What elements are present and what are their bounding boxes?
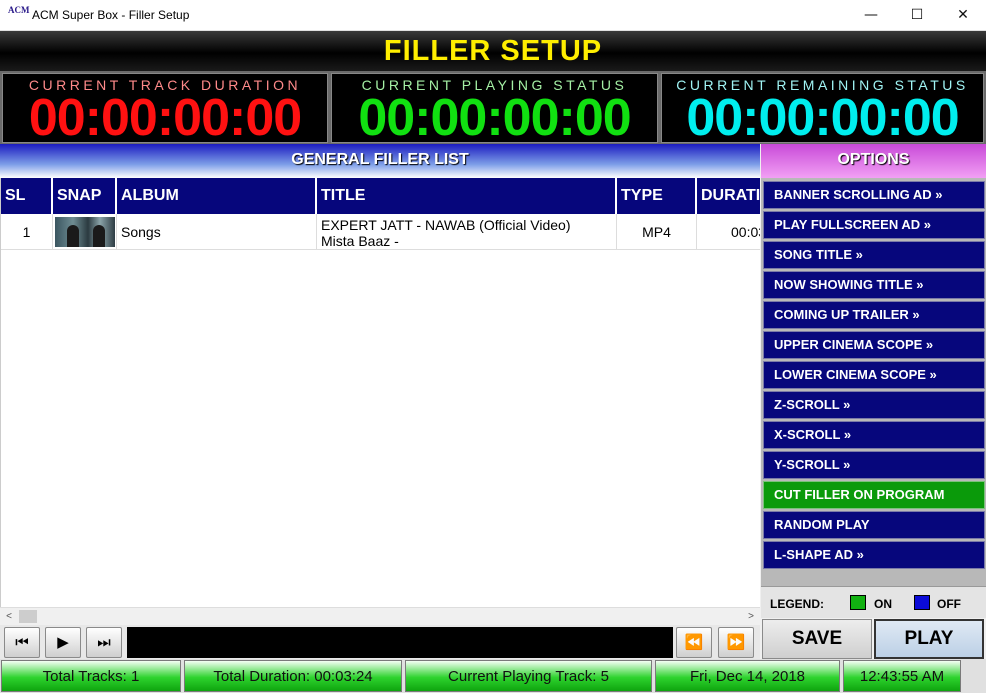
legend-on-swatch (850, 595, 866, 610)
title-line-1: EXPERT JATT - NAWAB (Official Video) (321, 217, 571, 233)
total-duration: Total Duration: 00:03:24 (184, 660, 402, 692)
playback-progress-bar[interactable] (127, 627, 673, 658)
window-titlebar: ACM ACM Super Box - Filler Setup — ☐ ✕ (0, 0, 986, 31)
legend-off-swatch (914, 595, 930, 610)
status-panels: CURRENT TRACK DURATION 00:00:00:00 CURRE… (0, 71, 986, 147)
remaining-status-panel: CURRENT REMAINING STATUS 00:00:00:00 (661, 73, 984, 147)
current-time: 12:43:55 AM (843, 660, 961, 692)
column-header-duration[interactable]: DURATION (697, 178, 760, 214)
legend-off-label: OFF (937, 597, 961, 611)
play-track-button[interactable]: ▶ (45, 627, 81, 658)
horizontal-scrollbar[interactable]: < > (0, 607, 760, 624)
option-cut-filler-on-program[interactable]: CUT FILLER ON PROGRAM (763, 481, 985, 509)
previous-track-button[interactable]: ⏮ (4, 627, 40, 658)
total-tracks: Total Tracks: 1 (1, 660, 181, 692)
option-song-title[interactable]: SONG TITLE » (763, 241, 985, 269)
status-bar: Total Tracks: 1 Total Duration: 00:03:24… (0, 659, 986, 693)
column-header-type[interactable]: TYPE (617, 178, 697, 214)
window-title: ACM Super Box - Filler Setup (32, 8, 190, 22)
option-random-play[interactable]: RANDOM PLAY (763, 511, 985, 539)
app-logo-icon: ACM (8, 5, 30, 15)
remaining-status-time: 00:00:00:00 (686, 89, 959, 147)
current-date: Fri, Dec 14, 2018 (655, 660, 840, 692)
close-button[interactable]: ✕ (940, 0, 986, 31)
options-list: BANNER SCROLLING AD » PLAY FULLSCREEN AD… (761, 178, 986, 586)
legend-label: LEGEND: (770, 597, 824, 611)
playing-status-time: 00:00:00:00 (358, 89, 631, 147)
rewind-button[interactable]: ⏪ (676, 627, 712, 658)
legend: LEGEND: ON OFF (761, 586, 986, 618)
cell-sl: 1 (1, 214, 53, 250)
option-now-showing-title[interactable]: NOW SHOWING TITLE » (763, 271, 985, 299)
legend-on-label: ON (874, 597, 892, 611)
options-header: OPTIONS (761, 144, 986, 178)
fast-forward-button[interactable]: ⏩ (718, 627, 754, 658)
save-button[interactable]: SAVE (762, 619, 872, 659)
current-playing-track: Current Playing Track: 5 (405, 660, 652, 692)
table-header: SL SNAP ALBUM TITLE TYPE DURATION (1, 178, 760, 214)
thumbnail-figure (67, 225, 79, 247)
option-y-scroll[interactable]: Y-SCROLL » (763, 451, 985, 479)
filler-list-header: GENERAL FILLER LIST (0, 144, 760, 178)
resize-grip[interactable] (963, 660, 985, 692)
track-duration-time: 00:00:00:00 (28, 89, 302, 147)
option-coming-up-trailer[interactable]: COMING UP TRAILER » (763, 301, 985, 329)
cell-album: Songs (117, 214, 317, 250)
column-header-sl[interactable]: SL (1, 178, 53, 214)
column-header-album[interactable]: ALBUM (117, 178, 317, 214)
next-track-button[interactable]: ⏭ (86, 627, 122, 658)
video-thumbnail (55, 217, 115, 247)
scrollbar-thumb[interactable] (19, 610, 37, 623)
scroll-right-icon[interactable]: > (744, 608, 758, 625)
minimize-button[interactable]: — (848, 0, 894, 31)
option-z-scroll[interactable]: Z-SCROLL » (763, 391, 985, 419)
track-duration-panel: CURRENT TRACK DURATION 00:00:00:00 (2, 73, 328, 147)
cell-type: MP4 (617, 214, 697, 250)
cell-snap (53, 214, 117, 250)
thumbnail-figure (93, 225, 105, 247)
option-l-shape-ad[interactable]: L-SHAPE AD » (763, 541, 985, 569)
maximize-button[interactable]: ☐ (894, 0, 940, 31)
transport-controls: ⏮ ▶ ⏭ ⏪ ⏩ (0, 625, 760, 659)
cell-duration: 00:03:24 (697, 214, 760, 250)
title-line-2: Mista Baaz - (321, 233, 399, 249)
option-x-scroll[interactable]: X-SCROLL » (763, 421, 985, 449)
column-header-snap[interactable]: SNAP (53, 178, 117, 214)
option-upper-cinema-scope[interactable]: UPPER CINEMA SCOPE » (763, 331, 985, 359)
option-play-fullscreen-ad[interactable]: PLAY FULLSCREEN AD » (763, 211, 985, 239)
option-lower-cinema-scope[interactable]: LOWER CINEMA SCOPE » (763, 361, 985, 389)
column-header-title[interactable]: TITLE (317, 178, 617, 214)
page-header: FILLER SETUP (0, 31, 986, 71)
filler-table[interactable]: SL SNAP ALBUM TITLE TYPE DURATION 1 Song… (0, 178, 760, 608)
option-banner-scrolling-ad[interactable]: BANNER SCROLLING AD » (763, 181, 985, 209)
playing-status-panel: CURRENT PLAYING STATUS 00:00:00:00 (331, 73, 658, 147)
play-button[interactable]: PLAY (874, 619, 984, 659)
cell-title: EXPERT JATT - NAWAB (Official Video) Mis… (317, 214, 617, 250)
page-title: FILLER SETUP (383, 35, 603, 67)
scroll-left-icon[interactable]: < (2, 608, 16, 625)
